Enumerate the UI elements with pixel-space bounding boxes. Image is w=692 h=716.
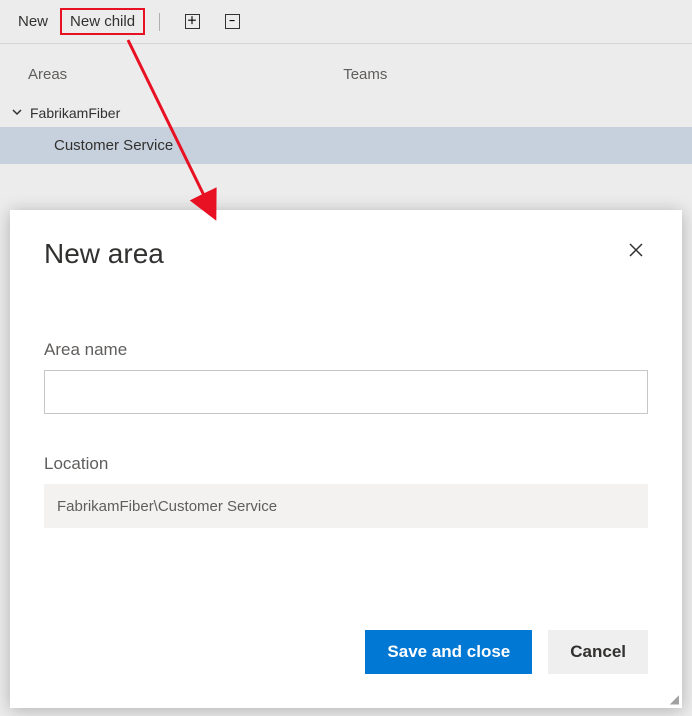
dialog-title: New area xyxy=(44,238,164,270)
new-child-button[interactable]: New child xyxy=(60,8,145,35)
area-name-input[interactable] xyxy=(44,370,648,414)
tree-root-label: FabrikamFiber xyxy=(30,105,120,121)
separator xyxy=(159,13,160,31)
tab-areas[interactable]: Areas xyxy=(0,54,95,95)
close-icon xyxy=(628,242,644,258)
tab-teams[interactable]: Teams xyxy=(315,54,415,95)
new-area-dialog: New area Area name Location Save and clo… xyxy=(10,210,682,708)
toolbar: New New child ＋ − xyxy=(0,0,692,44)
cancel-button[interactable]: Cancel xyxy=(548,630,648,674)
area-name-label: Area name xyxy=(44,340,648,360)
area-tree: FabrikamFiber Customer Service xyxy=(0,95,692,204)
resize-grip-icon: ◢ xyxy=(670,693,679,705)
minus-box-icon: − xyxy=(225,14,240,29)
location-label: Location xyxy=(44,454,648,474)
tree-child-node[interactable]: Customer Service xyxy=(0,127,692,164)
chevron-down-icon xyxy=(12,106,24,120)
collapse-all-button[interactable]: − xyxy=(218,8,246,36)
save-and-close-button[interactable]: Save and close xyxy=(365,630,532,674)
tabs: Areas Teams xyxy=(0,44,692,95)
close-button[interactable] xyxy=(624,238,648,265)
plus-box-icon: ＋ xyxy=(185,14,200,29)
new-button[interactable]: New xyxy=(10,9,56,34)
location-input[interactable] xyxy=(44,484,648,528)
tree-root-node[interactable]: FabrikamFiber xyxy=(0,99,692,127)
expand-all-button[interactable]: ＋ xyxy=(178,8,206,36)
